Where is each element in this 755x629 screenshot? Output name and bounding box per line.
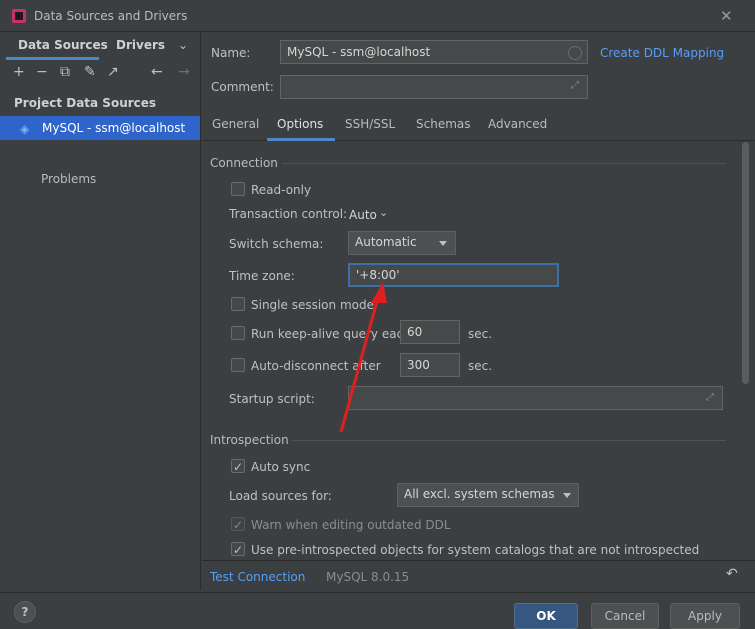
auto-disconnect-unit: sec. [468, 359, 493, 373]
remove-icon[interactable]: − [36, 64, 48, 80]
chevron-down-icon[interactable]: ⌄ [178, 38, 188, 52]
auto-disconnect-label: Auto-disconnect after [251, 359, 381, 373]
test-connection-link[interactable]: Test Connection [210, 570, 305, 584]
comment-input[interactable] [280, 75, 588, 99]
cancel-button[interactable]: Cancel [591, 603, 659, 629]
load-sources-dropdown[interactable]: All excl. system schemas [397, 483, 579, 507]
keep-alive-unit: sec. [468, 327, 493, 341]
transaction-control-label: Transaction control: [229, 207, 348, 221]
close-icon[interactable]: ✕ [720, 7, 733, 25]
comment-label: Comment: [211, 80, 274, 94]
vertical-scrollbar[interactable] [742, 142, 749, 384]
undo-icon[interactable]: ↶ [726, 566, 738, 582]
auto-sync-label: Auto sync [251, 460, 311, 474]
chevron-down-icon[interactable]: ⌄ [379, 206, 388, 219]
database-icon: ◈ [20, 122, 30, 136]
apply-button[interactable]: Apply [670, 603, 740, 629]
app-logo-icon [12, 9, 26, 23]
add-icon[interactable]: + [13, 64, 25, 80]
name-input[interactable] [280, 40, 588, 64]
tab-ssh-ssl[interactable]: SSH/SSL [345, 117, 395, 131]
section-divider [291, 440, 726, 441]
tab-data-sources[interactable]: Data Sources [18, 38, 108, 52]
create-ddl-mapping-link[interactable]: Create DDL Mapping [600, 46, 724, 60]
connection-section-title: Connection [210, 156, 278, 170]
expand-icon[interactable]: ⤢ [706, 392, 714, 403]
single-session-checkbox[interactable] [231, 297, 245, 311]
keep-alive-label: Run keep-alive query each [251, 327, 411, 341]
tab-schemas[interactable]: Schemas [416, 117, 471, 131]
switch-schema-value: Automatic [355, 235, 417, 249]
time-zone-input[interactable] [348, 263, 559, 287]
preintrospected-label: Use pre-introspected objects for system … [251, 543, 700, 557]
color-picker-icon[interactable] [568, 46, 582, 60]
forward-icon: → [178, 64, 190, 80]
load-sources-value: All excl. system schemas [404, 487, 555, 501]
help-icon[interactable]: ? [14, 601, 36, 623]
auto-disconnect-seconds-input[interactable] [400, 353, 460, 377]
tab-advanced[interactable]: Advanced [488, 117, 547, 131]
back-icon[interactable]: ← [151, 64, 163, 80]
auto-sync-checkbox[interactable]: ✓ [231, 459, 245, 474]
data-source-item-label: MySQL - ssm@localhost [42, 121, 186, 135]
dropdown-arrow-icon [563, 493, 571, 498]
tab-options[interactable]: Options [277, 117, 323, 131]
switch-schema-label: Switch schema: [229, 237, 324, 251]
copy-icon[interactable]: ⧉ [60, 64, 70, 80]
auto-disconnect-checkbox[interactable] [231, 358, 245, 372]
wrench-icon[interactable]: ✎ [84, 64, 96, 80]
warn-outdated-checkbox: ✓ [231, 517, 245, 532]
keep-alive-seconds-input[interactable] [400, 320, 460, 344]
problems-item[interactable]: Problems [41, 172, 96, 186]
checkmark-icon: ✓ [232, 543, 244, 557]
dropdown-arrow-icon [439, 241, 447, 246]
checkmark-icon: ✓ [232, 518, 244, 532]
checkmark-icon: ✓ [232, 460, 244, 474]
time-zone-label: Time zone: [229, 269, 295, 283]
tab-drivers[interactable]: Drivers [116, 38, 165, 52]
ok-button[interactable]: OK [514, 603, 578, 629]
introspection-section-title: Introspection [210, 433, 289, 447]
expand-icon[interactable]: ⤢ [571, 80, 579, 91]
active-tab-indicator [267, 138, 335, 141]
keep-alive-checkbox[interactable] [231, 326, 245, 340]
preintrospected-checkbox[interactable]: ✓ [231, 542, 245, 557]
startup-script-input[interactable] [348, 386, 723, 410]
startup-script-label: Startup script: [229, 392, 315, 406]
active-tab-indicator [6, 57, 99, 60]
section-divider [282, 163, 726, 164]
transaction-control-value[interactable]: Auto [349, 208, 377, 222]
export-icon[interactable]: ↗ [107, 64, 119, 80]
single-session-label: Single session mode [251, 298, 374, 312]
project-data-sources-heading: Project Data Sources [14, 96, 157, 110]
window-title: Data Sources and Drivers [34, 9, 188, 23]
driver-version: MySQL 8.0.15 [326, 570, 410, 584]
name-label: Name: [211, 46, 251, 60]
warn-outdated-label: Warn when editing outdated DDL [251, 518, 451, 532]
tab-general[interactable]: General [212, 117, 259, 131]
load-sources-label: Load sources for: [229, 489, 332, 503]
read-only-checkbox[interactable] [231, 182, 245, 196]
read-only-label: Read-only [251, 183, 312, 197]
